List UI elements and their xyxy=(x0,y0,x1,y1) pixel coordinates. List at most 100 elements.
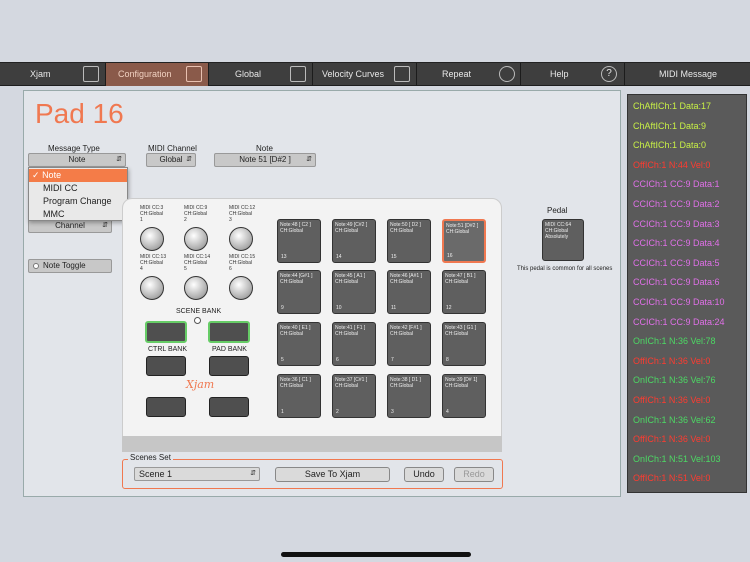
midi-message-header: MIDI Message xyxy=(625,63,750,86)
midi-message-row: OnICh:1 N:36 Vel:62 xyxy=(633,414,716,425)
note-toggle[interactable]: Note Toggle xyxy=(28,259,112,273)
pedal-title: Pedal xyxy=(547,206,568,215)
midi-message-row: ChAftICh:1 Data:0 xyxy=(633,140,707,151)
pad-12[interactable]: Note:47 [ B1 ] CH:Global 12 xyxy=(442,270,486,314)
pad-number: 11 xyxy=(391,305,397,311)
pad-4[interactable]: Note:39 [D# 1] CH:Global 4 xyxy=(442,374,486,418)
scene-bank-left-button[interactable] xyxy=(145,321,187,343)
midi-message-row: CCICh:1 CC:9 Data:3 xyxy=(633,218,720,229)
item-label: Note xyxy=(42,170,62,180)
scene-bank-indicator xyxy=(194,317,201,324)
midi-message-row: CCICh:1 CC:9 Data:5 xyxy=(633,257,720,268)
tab-velocity-curves[interactable]: Velocity Curves xyxy=(313,63,416,86)
pad-channel: CH:Global xyxy=(445,331,469,337)
pad-number: 16 xyxy=(447,253,453,259)
knob-label: MIDI CC:15 CH:Global 6 xyxy=(229,254,269,272)
ctrl-bank-label: CTRL BANK xyxy=(148,346,188,353)
knob-4[interactable] xyxy=(140,276,164,300)
select-value: Channel xyxy=(55,221,85,230)
midi-message-row: CCICh:1 CC:9 Data:2 xyxy=(633,199,720,209)
dropdown-item-note[interactable]: ✓ Note xyxy=(29,169,127,182)
scene-bank-label: SCENE BANK xyxy=(176,308,222,315)
pad-number: 12 xyxy=(446,305,452,311)
pad-8[interactable]: Note:43 [ G1 ] CH:Global 8 xyxy=(442,322,486,366)
toggle-label: Note Toggle xyxy=(43,261,86,270)
tab-label: Repeat xyxy=(442,69,472,79)
pad-7[interactable]: Note:42 [F#1 ] CH:Global 7 xyxy=(387,322,431,366)
pad-1[interactable]: Note:36 [ C1 ] CH:Global 1 xyxy=(277,374,321,418)
midi-message-log[interactable]: ChAftICh:1 Data:17 ChAftICh:1 Data:9 ChAft… xyxy=(627,94,747,493)
pad-bank-button[interactable] xyxy=(209,356,249,376)
pad-number: 10 xyxy=(336,305,342,311)
pad-channel: CH:Global xyxy=(390,383,414,389)
midi-message-row: CCICh:1 CC:9 Data:10 xyxy=(633,297,725,307)
checkmark-icon: ✓ xyxy=(32,170,40,180)
tab-repeat[interactable]: Repeat xyxy=(417,63,520,86)
curve-icon xyxy=(394,66,410,82)
tab-label: Velocity Curves xyxy=(322,69,385,79)
scene-select[interactable]: Scene 1 ⇵ xyxy=(134,467,260,481)
knob-n: 6 xyxy=(229,266,232,272)
pad-15[interactable]: Note:50 [ D2 ] CH:Global 15 xyxy=(387,219,431,263)
channel-select[interactable]: Channel ⇵ xyxy=(28,219,112,233)
pad-11[interactable]: Note:46 [A#1 ] CH:Global 11 xyxy=(387,270,431,314)
pad-channel: CH:Global xyxy=(280,279,304,285)
bottom-left-button[interactable] xyxy=(146,397,186,417)
midi-message-row: CCICh:1 CC:9 Data:1 xyxy=(633,179,720,190)
select-value: Note 51 [D#2 ] xyxy=(239,155,291,164)
pad-number: 8 xyxy=(446,357,449,363)
pad-16[interactable]: Note:51 [D#2 ] CH:Global 16 xyxy=(442,219,486,263)
pad-5[interactable]: Note:40 [ E1 ] CH:Global 5 xyxy=(277,322,321,366)
knob-3[interactable] xyxy=(229,227,253,251)
dropdown-item-mmc[interactable]: MMC xyxy=(29,208,127,221)
pad-10[interactable]: Note:45 [ A1 ] CH:Global 10 xyxy=(332,270,376,314)
note-select[interactable]: Note 51 [D#2 ] ⇵ xyxy=(214,153,316,167)
tab-label: MIDI Message xyxy=(659,69,718,79)
midi-message-row: OffICh:1 N:51 Vel:0 xyxy=(633,473,711,484)
midi-message-row: ChAftICh:1 Data:17 xyxy=(633,101,712,111)
dropdown-item-midi-cc[interactable]: MIDI CC xyxy=(29,182,127,195)
midi-message-row: OffICh:1 N:36 Vel:0 xyxy=(633,434,711,445)
toggle-radio-icon xyxy=(33,263,39,269)
pad-2[interactable]: Note:37 [C#1 ] CH:Global 2 xyxy=(332,374,376,418)
pad-number: 5 xyxy=(281,357,284,363)
tab-global[interactable]: Global xyxy=(209,63,312,86)
pad-channel: CH:Global xyxy=(280,383,304,389)
pad-3[interactable]: Note:38 [ D1 ] CH:Global 3 xyxy=(387,374,431,418)
redo-button[interactable]: Redo xyxy=(454,467,494,482)
knob-6[interactable] xyxy=(229,276,253,300)
page-title: Pad 16 xyxy=(35,98,124,129)
top-nav-bar: Xjam Configuration Global Velocity Curve… xyxy=(0,62,750,86)
pad-number: 2 xyxy=(336,409,339,415)
knob-1[interactable] xyxy=(140,227,164,251)
tab-xjam[interactable]: Xjam xyxy=(0,63,105,86)
pedal-pad[interactable]: MIDI CC:64 CH:Global Absolutely xyxy=(542,219,584,261)
knob-n: 5 xyxy=(184,266,187,272)
midi-message-row: OnICh:1 N:51 Vel:103 xyxy=(633,453,721,464)
message-type-select[interactable]: Note ⇵ xyxy=(28,153,126,167)
updown-arrow-icon: ⇵ xyxy=(186,156,192,163)
pad-14[interactable]: Note:49 [C#2 ] CH:Global 14 xyxy=(332,219,376,263)
pad-6[interactable]: Note:41 [ F1 ] CH:Global 6 xyxy=(332,322,376,366)
updown-arrow-icon: ⇵ xyxy=(306,156,312,163)
pad-13[interactable]: Note:48 [ C2 ] CH:Global 13 xyxy=(277,219,321,263)
midi-channel-select[interactable]: Global ⇵ xyxy=(146,153,196,167)
pad-channel: CH:Global xyxy=(280,331,304,337)
knob-label: MIDI CC:14 CH:Global 5 xyxy=(184,254,224,272)
dropdown-item-program-change[interactable]: Program Change xyxy=(29,195,127,208)
bottom-right-button[interactable] xyxy=(209,397,249,417)
ctrl-bank-button[interactable] xyxy=(146,356,186,376)
tab-help[interactable]: Help ? xyxy=(521,63,624,86)
pad-channel: CH:Global xyxy=(446,229,470,235)
undo-button[interactable]: Undo xyxy=(404,467,444,482)
knob-5[interactable] xyxy=(184,276,208,300)
select-value: Note xyxy=(68,155,86,164)
pad-channel: CH:Global xyxy=(390,279,414,285)
save-to-xjam-button[interactable]: Save To Xjam xyxy=(275,467,390,482)
device-footer xyxy=(122,436,502,452)
knob-2[interactable] xyxy=(184,227,208,251)
scene-bank-right-button[interactable] xyxy=(208,321,250,343)
xjam-icon xyxy=(83,66,99,82)
tab-configuration[interactable]: Configuration xyxy=(106,63,208,86)
pad-9[interactable]: Note:44 [G#1 ] CH:Global 9 xyxy=(277,270,321,314)
